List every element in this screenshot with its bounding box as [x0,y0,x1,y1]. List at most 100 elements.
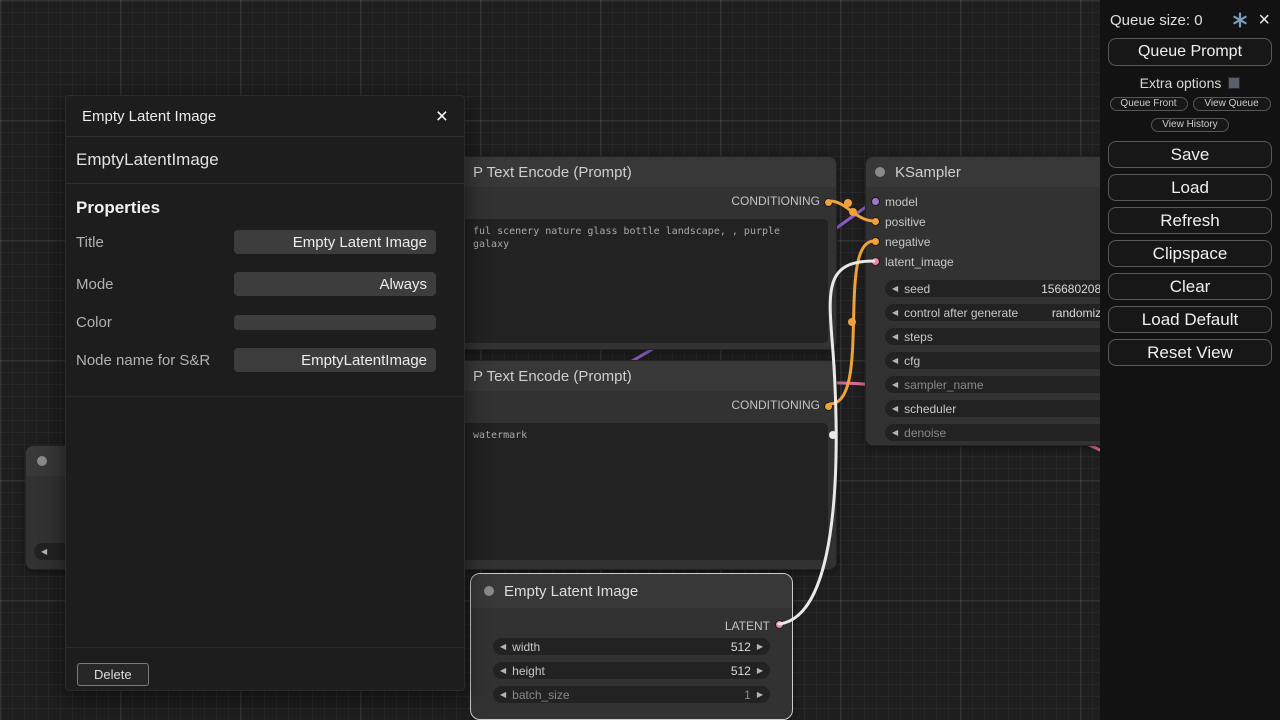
clip1-prompt-textarea[interactable]: ful scenery nature glass bottle landscap… [431,219,828,343]
left-arrow-icon[interactable]: ◀ [892,429,898,437]
node-name-field-label: Node name for S&R [76,352,234,369]
steps-label: steps [904,330,1114,344]
close-icon[interactable]: × [1258,10,1270,30]
node-name-field-input[interactable]: EmptyLatentImage [234,348,436,372]
extra-options-label: Extra options [1140,75,1222,91]
color-field-input[interactable] [234,315,436,330]
clip1-conditioning-port[interactable] [824,198,833,207]
height-label: height [512,664,731,678]
title-field-input[interactable]: Empty Latent Image [234,230,436,254]
dialog-title: Empty Latent Image [82,108,436,125]
left-arrow-icon[interactable]: ◀ [500,643,506,651]
height-widget[interactable]: ◀ height 512 ▶ [493,662,770,679]
cfg-widget[interactable]: ◀ cfg [885,352,1127,369]
control-after-generate-label: control after generate [904,306,1052,320]
left-arrow-icon[interactable]: ◀ [892,405,898,413]
queue-prompt-button[interactable]: Queue Prompt [1108,38,1272,66]
ksampler-input-latent-image: latent_image [866,252,1139,272]
positive-label: positive [885,215,926,229]
collapse-dot-icon[interactable] [484,586,494,596]
cfg-label: cfg [904,354,1114,368]
right-arrow-icon[interactable]: ▶ [757,691,763,699]
batch-size-widget[interactable]: ◀ batch_size 1 ▶ [493,686,770,703]
width-widget[interactable]: ◀ width 512 ▶ [493,638,770,655]
left-arrow-icon[interactable]: ◀ [41,548,47,556]
batch-size-value: 1 [744,688,751,702]
negative-port[interactable] [871,237,880,246]
left-arrow-icon[interactable]: ◀ [892,309,898,317]
property-row-node-name: Node name for S&R EmptyLatentImage [76,347,436,373]
property-row-color: Color [76,309,436,335]
queue-front-button[interactable]: Queue Front [1110,97,1188,111]
divider [66,647,464,648]
left-arrow-icon[interactable]: ◀ [892,357,898,365]
ksampler-node[interactable]: KSampler model positive negative latent_… [865,156,1140,446]
left-arrow-icon[interactable]: ◀ [500,667,506,675]
height-value: 512 [731,664,751,678]
seed-value: 1566802087 [1041,282,1108,296]
latent-output-port[interactable] [775,620,784,629]
left-arrow-icon[interactable]: ◀ [892,381,898,389]
model-label: model [885,195,918,209]
latent-image-port[interactable] [871,257,880,266]
mode-field-label: Mode [76,276,234,293]
node-type-label: EmptyLatentImage [66,137,464,184]
steps-widget[interactable]: ◀ steps [885,328,1127,345]
right-arrow-icon[interactable]: ▶ [757,643,763,651]
refresh-button[interactable]: Refresh [1108,207,1272,234]
denoise-widget[interactable]: ◀ denoise [885,424,1127,441]
left-arrow-icon[interactable]: ◀ [892,285,898,293]
delete-node-button[interactable]: Delete [77,663,149,686]
denoise-label: denoise [904,426,1114,440]
collapse-dot-icon[interactable] [875,167,885,177]
ksampler-input-positive: positive [866,212,1139,232]
clipspace-button[interactable]: Clipspace [1108,240,1272,267]
title-field-label: Title [76,234,234,251]
clear-button[interactable]: Clear [1108,273,1272,300]
sampler-name-widget[interactable]: ◀ sampler_name [885,376,1127,393]
right-arrow-icon[interactable]: ▶ [757,667,763,675]
control-after-generate-widget[interactable]: ◀ control after generate randomize ▶ [885,304,1127,321]
seed-label: seed [904,282,1041,296]
clip1-titlebar[interactable]: P Text Encode (Prompt) [421,157,836,187]
load-button[interactable]: Load [1108,174,1272,201]
view-queue-button[interactable]: View Queue [1193,97,1271,111]
seed-widget[interactable]: ◀ seed 1566802087 ▶ [885,280,1127,297]
clip-text-encode-node-1[interactable]: P Text Encode (Prompt) CONDITIONING ful … [420,156,837,350]
close-icon[interactable]: × [436,106,448,127]
ksampler-titlebar[interactable]: KSampler [866,157,1139,187]
clip2-titlebar[interactable]: P Text Encode (Prompt) [421,361,836,391]
collapse-dot-icon[interactable] [37,456,47,466]
settings-icon[interactable] [1232,12,1248,28]
clip2-conditioning-port[interactable] [824,402,833,411]
clip-text-encode-node-2[interactable]: P Text Encode (Prompt) CONDITIONING wate… [420,360,837,570]
scheduler-widget[interactable]: ◀ scheduler [885,400,1127,417]
positive-port[interactable] [871,217,880,226]
clip2-output-label: CONDITIONING [731,398,820,412]
batch-size-label: batch_size [512,688,744,702]
latent-output-label: LATENT [725,619,770,633]
scheduler-label: scheduler [904,402,1114,416]
ksampler-input-model: model [866,192,1139,212]
clip1-output-row: CONDITIONING [421,193,836,209]
left-arrow-icon[interactable]: ◀ [892,333,898,341]
mode-field-select[interactable]: Always [234,272,436,296]
latent-title: Empty Latent Image [471,583,638,600]
reset-view-button[interactable]: Reset View [1108,339,1272,366]
load-default-button[interactable]: Load Default [1108,306,1272,333]
extra-options-checkbox[interactable] [1228,77,1240,89]
queue-size-label: Queue size: 0 [1110,12,1232,29]
node-properties-dialog: Empty Latent Image × EmptyLatentImage Pr… [65,95,465,691]
sampler-name-label: sampler_name [904,378,1114,392]
divider [66,396,464,397]
latent-titlebar[interactable]: Empty Latent Image [471,574,792,608]
view-history-button[interactable]: View History [1151,118,1229,132]
properties-heading: Properties [66,184,464,224]
comfyui-menu: Queue size: 0 × Queue Prompt Extra optio… [1100,0,1280,720]
save-button[interactable]: Save [1108,141,1272,168]
latent-image-label: latent_image [885,255,954,269]
model-port[interactable] [871,197,880,206]
clip2-prompt-textarea[interactable]: watermark [431,423,828,560]
left-arrow-icon[interactable]: ◀ [500,691,506,699]
empty-latent-image-node[interactable]: Empty Latent Image LATENT ◀ width 512 ▶ … [470,573,793,720]
